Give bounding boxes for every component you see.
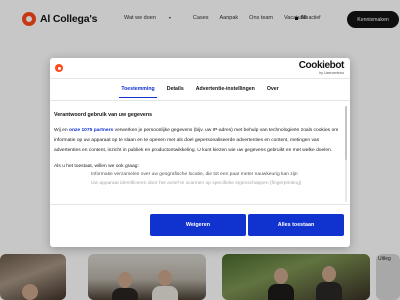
cookiebot-logo[interactable]: Cookiebot by Usercentrics — [298, 60, 345, 76]
tab-details[interactable]: Details — [165, 80, 186, 98]
tab-over[interactable]: Over — [265, 80, 281, 98]
consent-text-start: Wij en — [54, 128, 69, 133]
list-item: Uw apparaat identificeren door het actie… — [91, 181, 302, 186]
partners-link[interactable]: onze 1075 partners — [69, 128, 113, 133]
tab-advertentie-instellingen[interactable]: Advertentie-instellingen — [194, 80, 257, 98]
divider — [50, 204, 350, 205]
consent-purpose-list: Informatie verzamelen over uw geografisc… — [91, 170, 342, 188]
consent-tabs: Toestemming Details Advertentie-instelli… — [50, 78, 350, 100]
content-scrollbar[interactable] — [345, 106, 347, 202]
cookiebot-byline: by Usercentrics — [319, 71, 344, 75]
alles-toestaan-button[interactable]: Alles toestaan — [248, 214, 344, 236]
site-logo-icon — [55, 64, 63, 72]
weigeren-button[interactable]: Weigeren — [150, 214, 246, 236]
consent-ask: Als u het toestaat, willen we ook graag: — [54, 164, 139, 169]
consent-content[interactable]: Verantwoord gebruik van uw gegevens Wij … — [54, 112, 342, 200]
tab-toestemming[interactable]: Toestemming — [119, 80, 158, 98]
list-item: Informatie verzamelen over uw geografisc… — [91, 172, 298, 177]
consent-description: Wij en onze 1075 partners verwerken je p… — [54, 126, 340, 156]
consent-title: Verantwoord gebruik van uw gegevens — [54, 112, 153, 118]
cookie-consent-dialog: Cookiebot by Usercentrics Toestemming De… — [50, 58, 350, 247]
cookiebot-name: Cookiebot — [298, 60, 345, 71]
divider — [50, 100, 350, 101]
